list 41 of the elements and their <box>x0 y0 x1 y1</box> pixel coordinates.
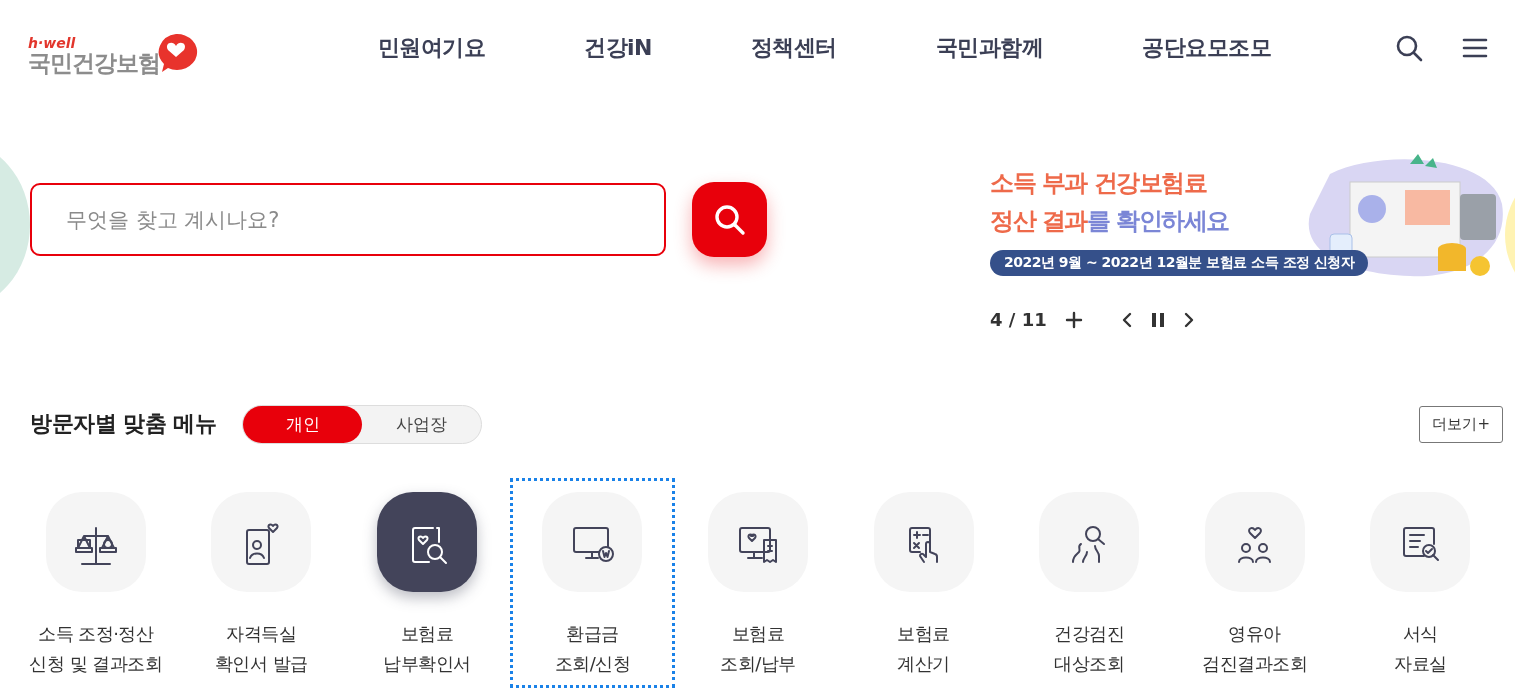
section-title: 방문자별 맞춤 메뉴 <box>30 410 217 438</box>
nav-link[interactable]: 국민과함께 <box>935 33 1044 63</box>
banner-headline: 정산 결과 <box>990 207 1087 235</box>
banner-headline: 소득 부과 건강보험료 <box>990 169 1207 197</box>
nav-link[interactable]: 공단요모조모 <box>1142 33 1272 63</box>
nav-link[interactable]: 건강iN <box>584 33 652 63</box>
nav-link[interactable]: 정책센터 <box>750 33 837 63</box>
more-button[interactable]: 더보기+ <box>1419 405 1503 443</box>
banner-headline: 를 <box>1086 207 1111 235</box>
banner-subtitle: 2022년 9월 ~ 2022년 12월분 보험료 소득 조정 신청자 <box>990 250 1369 276</box>
menu-shortcut[interactable]: 건강검진 대상조회 <box>1006 478 1172 688</box>
shortcut-label: 서식 자료실 <box>1394 622 1447 676</box>
shortcut-label: 건강검진 대상조회 <box>1054 622 1125 676</box>
menu-shortcut[interactable]: 영유아 검진결과조회 <box>1171 478 1338 688</box>
banner-headline: 확인하세요 <box>1116 207 1229 235</box>
site-logo[interactable]: h·well 국민건강보험 <box>28 20 328 76</box>
shortcut-label: 영유아 검진결과조회 <box>1202 622 1308 676</box>
menu-shortcut[interactable]: 서식 자료실 <box>1337 478 1504 688</box>
next-icon[interactable] <box>1182 310 1195 329</box>
slide-counter: 4 / 11 <box>990 309 1047 330</box>
search-button[interactable] <box>692 182 767 257</box>
search-field[interactable]: 무엇을 찾고 계시나요? <box>30 183 666 256</box>
menu-shortcut[interactable]: 자격득실 확인서 발급 <box>178 478 345 688</box>
shortcut-label: 소득 조정·정산 신청 및 결과조회 <box>29 622 163 676</box>
menu-shortcut[interactable]: 보험료 조회/납부 <box>675 478 841 688</box>
audience-tab[interactable]: 개인 <box>243 405 363 443</box>
search-icon <box>712 202 747 237</box>
nav-link[interactable]: 민원여기요 <box>377 33 485 63</box>
menu-shortcut[interactable]: 보험료 계산기 <box>840 478 1007 688</box>
shortcut-label: 자격득실 확인서 발급 <box>214 622 308 676</box>
audience-tab[interactable]: 사업장 <box>362 405 482 443</box>
pause-icon[interactable] <box>1150 311 1165 328</box>
menu-shortcut[interactable]: 소득 조정·정산 신청 및 결과조회 <box>13 478 179 688</box>
menu-shortcut[interactable]: 보험료 납부확인서 <box>344 478 510 688</box>
menu-shortcut[interactable]: 환급금 조회/신청 <box>509 478 676 688</box>
plus-icon[interactable] <box>1064 310 1083 329</box>
shortcut-label: 보험료 납부확인서 <box>383 622 471 676</box>
shortcut-label: 환급금 조회/신청 <box>554 622 631 676</box>
shortcut-label: 보험료 조회/납부 <box>720 622 796 676</box>
shortcut-label: 보험료 계산기 <box>897 622 950 676</box>
previous-icon[interactable] <box>1120 310 1133 329</box>
